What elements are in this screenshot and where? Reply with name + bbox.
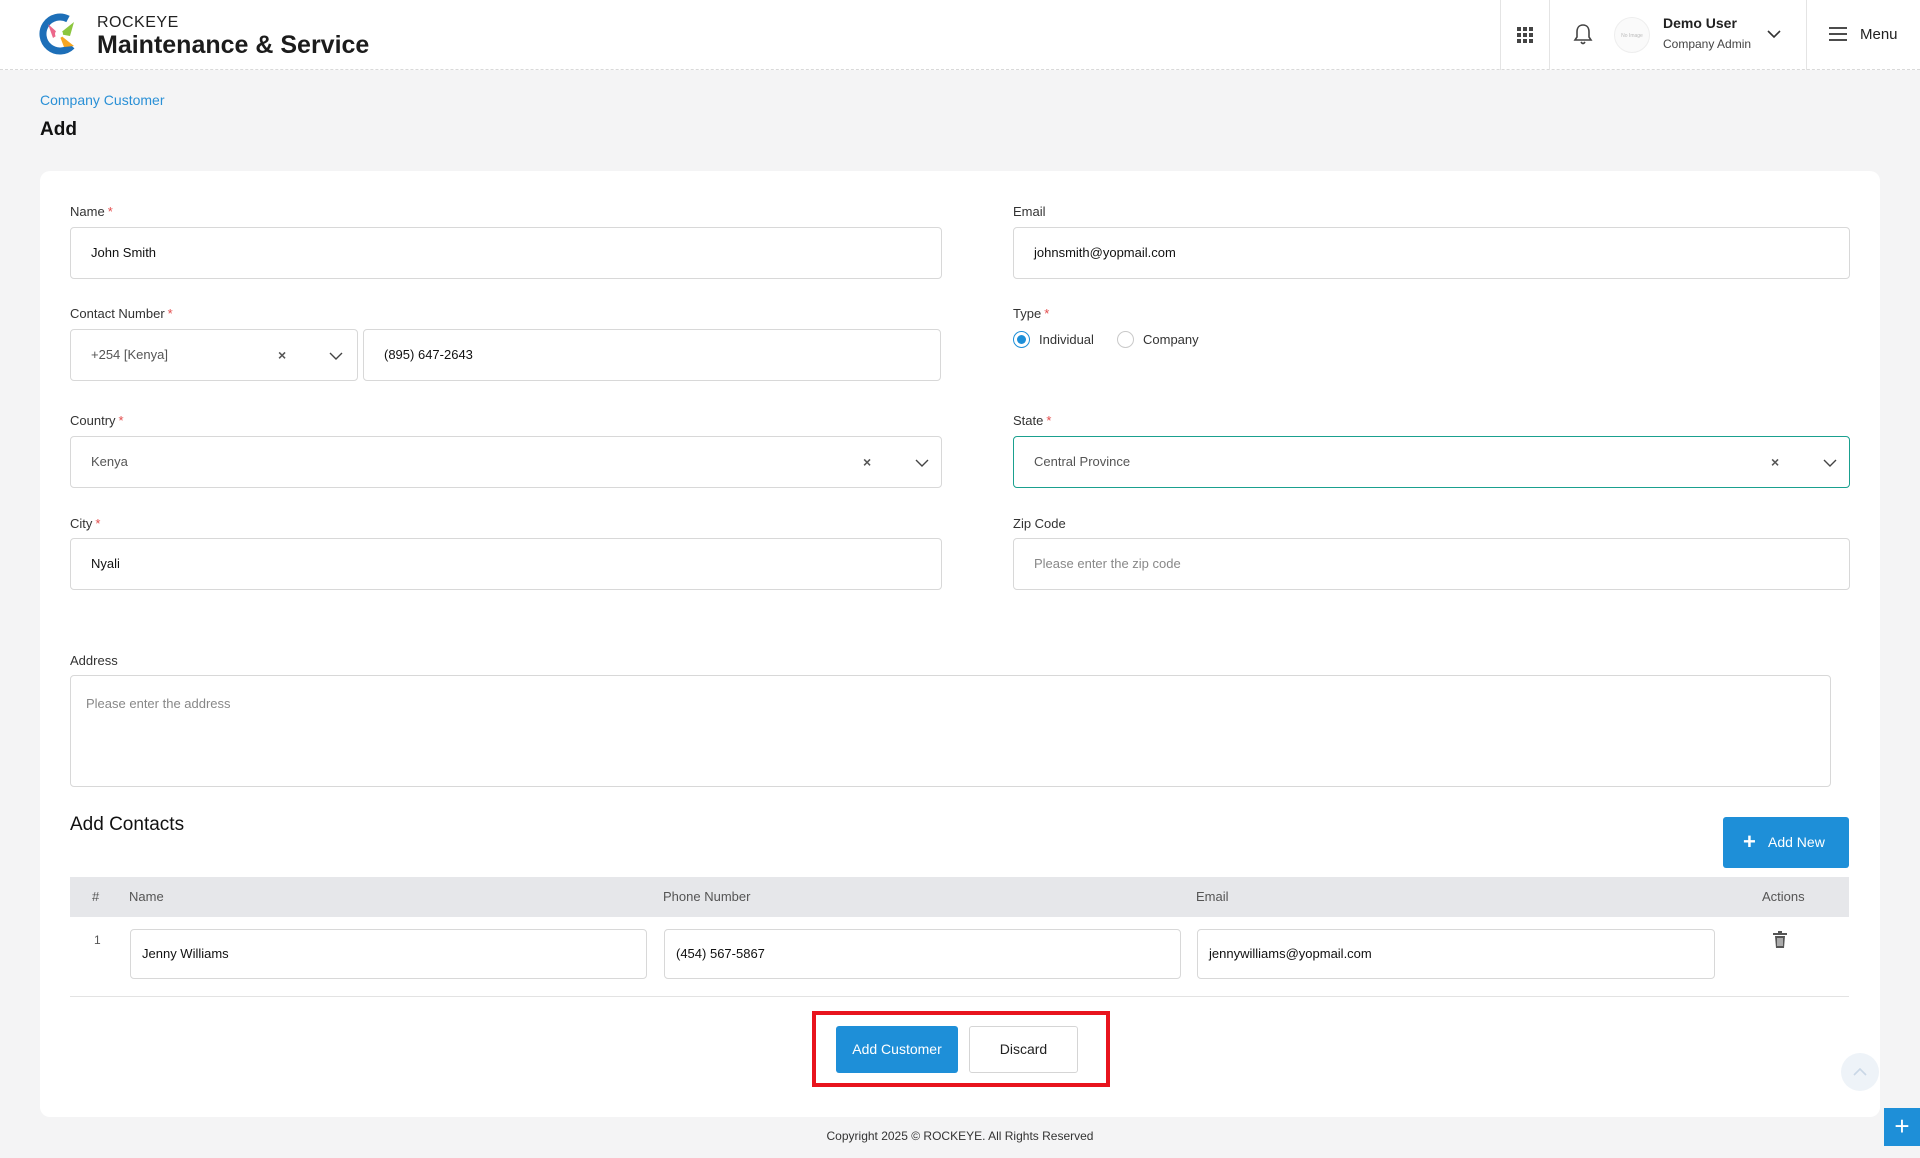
apps-grid-icon[interactable] <box>1515 25 1535 45</box>
add-customer-button[interactable]: Add Customer <box>836 1026 958 1073</box>
contact-phone-input[interactable]: (454) 567-5867 <box>664 929 1181 979</box>
country-select[interactable]: Kenya × <box>70 436 942 488</box>
breadcrumb[interactable]: Company Customer <box>40 92 165 108</box>
type-radio-individual[interactable]: Individual <box>1013 330 1113 350</box>
email-label: Email <box>1013 204 1046 219</box>
user-name[interactable]: Demo User <box>1663 15 1737 31</box>
chevron-down-icon[interactable] <box>914 455 930 471</box>
chevron-down-icon[interactable] <box>328 348 344 364</box>
address-textarea[interactable]: Please enter the address <box>70 675 1831 787</box>
footer-copyright: Copyright 2025 © ROCKEYE. All Rights Res… <box>826 1129 1094 1143</box>
menu-label: Menu <box>1860 26 1898 43</box>
phone-input[interactable]: (895) 647-2643 <box>363 329 941 381</box>
header-divider <box>1806 0 1807 70</box>
zip-code-label: Zip Code <box>1013 516 1066 531</box>
top-header: ROCKEYE Maintenance & Service No Image D… <box>0 0 1920 70</box>
contacts-table-header: # Name Phone Number Email Actions <box>70 877 1849 917</box>
city-input[interactable]: Nyali <box>70 538 942 590</box>
contact-email-input[interactable]: jennywilliams@yopmail.com <box>1197 929 1715 979</box>
name-input[interactable]: John Smith <box>70 227 942 279</box>
scroll-to-top-button[interactable] <box>1841 1053 1879 1091</box>
brand-name: ROCKEYE <box>97 14 179 31</box>
trash-icon[interactable] <box>1772 931 1788 949</box>
name-label: Name * <box>70 204 113 219</box>
column-header: Email <box>1196 889 1229 904</box>
chevron-down-icon[interactable] <box>1822 455 1838 471</box>
chevron-up-icon <box>1853 1067 1867 1076</box>
rockeye-logo[interactable] <box>38 13 80 55</box>
app-title: Maintenance & Service <box>97 31 370 59</box>
avatar[interactable]: No Image <box>1614 17 1650 53</box>
address-label: Address <box>70 653 118 668</box>
city-label: City * <box>70 516 101 531</box>
state-select[interactable]: Central Province × <box>1013 436 1850 488</box>
header-divider <box>1549 0 1550 70</box>
header-divider <box>1500 0 1501 70</box>
menu-button[interactable]: Menu <box>1826 22 1910 48</box>
add-contacts-title: Add Contacts <box>70 814 185 835</box>
column-header: # <box>92 889 100 904</box>
table-row: 1 Jenny Williams (454) 567-5867 jennywil… <box>70 917 1849 997</box>
column-header: Phone Number <box>663 889 751 904</box>
column-header: Actions <box>1762 889 1805 904</box>
plus-icon: + <box>1743 829 1756 854</box>
type-radio-company[interactable]: Company <box>1117 330 1217 350</box>
user-role: Company Admin <box>1663 37 1752 51</box>
contact-name-input[interactable]: Jenny Williams <box>130 929 647 979</box>
type-label: Type * <box>1013 306 1050 321</box>
contact-number-label: Contact Number * <box>70 306 173 321</box>
bell-icon[interactable] <box>1572 22 1594 46</box>
clear-icon[interactable]: × <box>278 330 286 380</box>
page-title: Add <box>40 119 77 140</box>
state-label: State * <box>1013 413 1052 428</box>
radio-selected-icon <box>1013 331 1030 348</box>
clear-icon[interactable]: × <box>863 437 871 487</box>
discard-button[interactable]: Discard <box>969 1026 1078 1073</box>
zip-code-input[interactable]: Please enter the zip code <box>1013 538 1850 590</box>
radio-unselected-icon <box>1117 331 1134 348</box>
row-number: 1 <box>94 933 101 947</box>
add-new-contact-button[interactable]: + Add New <box>1723 817 1849 868</box>
email-input[interactable]: johnsmith@yopmail.com <box>1013 227 1850 279</box>
country-label: Country * <box>70 413 124 428</box>
country-code-select[interactable]: +254 [Kenya] × <box>70 329 358 381</box>
column-header: Name <box>129 889 164 904</box>
clear-icon[interactable]: × <box>1771 437 1779 487</box>
hamburger-icon <box>1829 27 1847 41</box>
chevron-down-icon[interactable] <box>1766 26 1782 42</box>
